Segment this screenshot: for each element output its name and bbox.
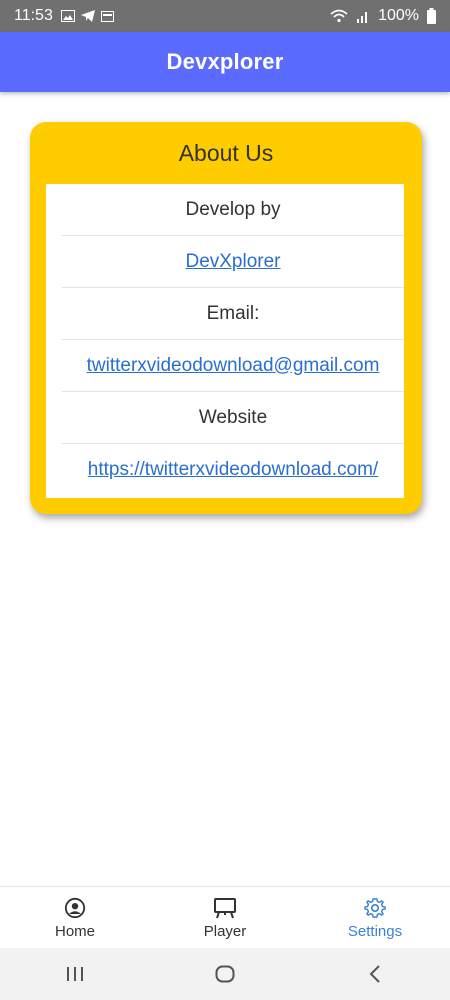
signal-icon <box>357 12 368 23</box>
about-title: About Us <box>178 139 274 166</box>
telegram-icon <box>80 10 95 22</box>
battery-icon <box>427 8 436 24</box>
website-label-text: Website <box>198 406 268 428</box>
easel-icon <box>214 897 236 918</box>
nav-player[interactable]: Player <box>150 897 300 940</box>
email-label-text: Email: <box>206 302 260 324</box>
gear-icon <box>364 897 386 918</box>
status-time: 11:53 <box>14 7 53 24</box>
nav-home-label: Home <box>54 922 95 940</box>
home-circle-icon <box>215 965 235 983</box>
nav-settings[interactable]: Settings <box>300 897 450 940</box>
email-link[interactable]: twitterxvideodownload@gmail.com <box>87 355 380 377</box>
app-bar: Devxplorer <box>0 32 450 92</box>
develop-by-label: Develop by <box>62 184 404 236</box>
email-link-row: twitterxvideodownload@gmail.com <box>62 340 404 392</box>
status-left: 11:53 <box>14 7 114 25</box>
status-right: 100% <box>330 7 436 25</box>
nav-player-label: Player <box>203 922 247 940</box>
developer-link[interactable]: DevXplorer <box>185 251 280 273</box>
nav-settings-label: Settings <box>347 922 403 940</box>
back-button[interactable] <box>345 954 405 994</box>
gallery-icon <box>60 10 75 22</box>
website-link-row: https://twitterxvideodownload.com/ <box>62 444 404 496</box>
calendar-icon <box>100 11 114 22</box>
battery-percent: 100% <box>378 7 419 24</box>
website-label: Website <box>62 392 404 444</box>
notification-icons <box>60 10 114 22</box>
website-link[interactable]: https://twitterxvideodownload.com/ <box>88 459 378 481</box>
recent-apps-button[interactable] <box>45 954 105 994</box>
email-label: Email: <box>62 288 404 340</box>
about-list: Develop by DevXplorer Email: twitterxvid… <box>46 184 404 498</box>
system-nav <box>0 948 450 1000</box>
bottom-nav: Home Player Settings <box>0 886 450 949</box>
nav-home[interactable]: Home <box>0 897 150 940</box>
wifi-icon <box>330 9 348 23</box>
account-circle-icon <box>64 897 86 918</box>
developer-link-row: DevXplorer <box>62 236 404 288</box>
app-title: Devxplorer <box>166 49 284 74</box>
about-card: About Us Develop by DevXplorer Email: tw… <box>30 122 422 514</box>
recent-apps-icon <box>67 967 83 981</box>
develop-by-text: Develop by <box>185 198 281 220</box>
status-bar: 11:53 100% <box>0 0 450 32</box>
back-icon <box>369 965 380 983</box>
home-button[interactable] <box>195 954 255 994</box>
